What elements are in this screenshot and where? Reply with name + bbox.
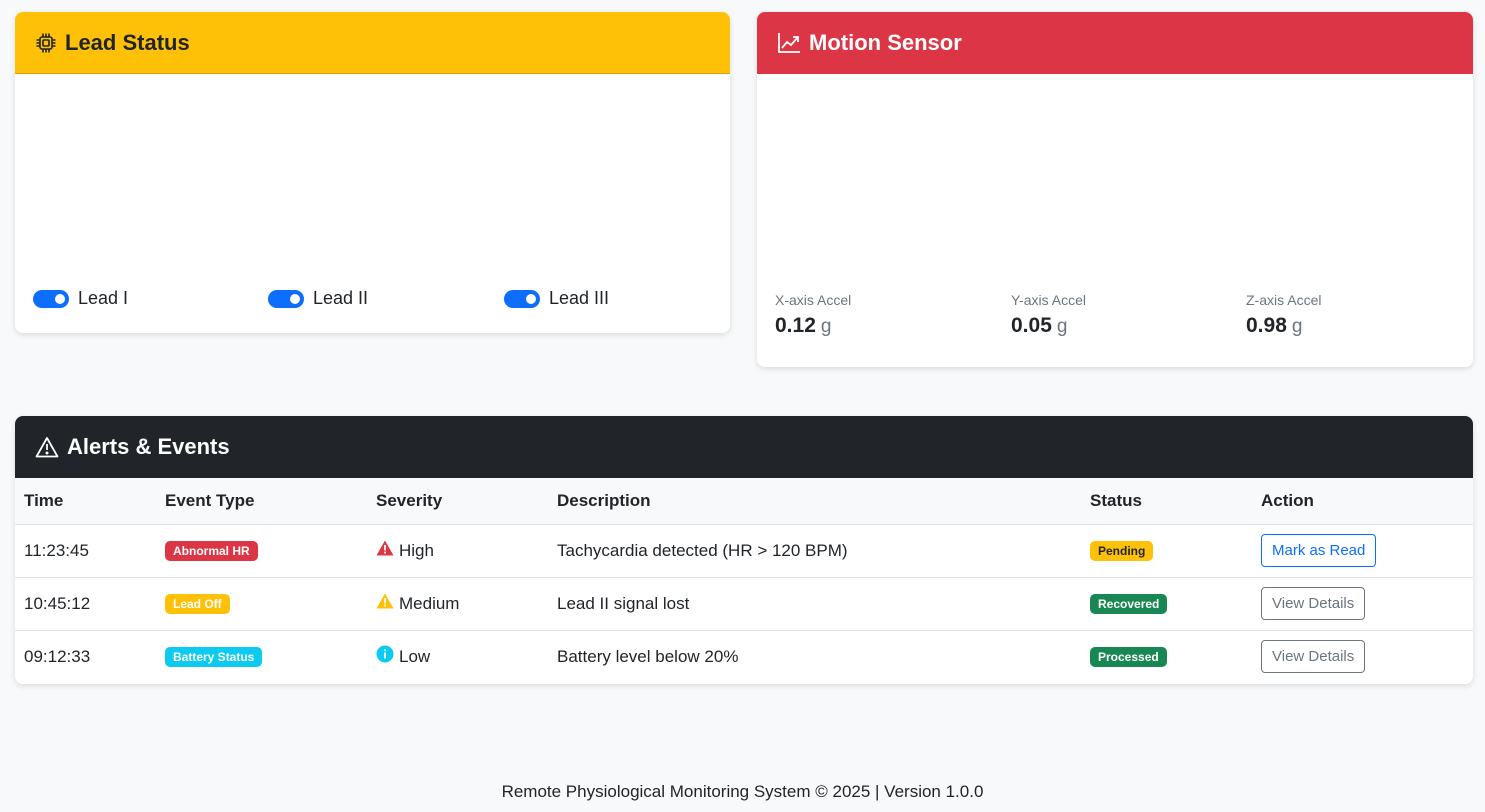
cpu-icon <box>35 32 57 54</box>
lead-iii-switch[interactable]: Lead III <box>504 288 609 309</box>
severity-label: Medium <box>399 593 460 613</box>
x-axis-value: 0.12 <box>775 314 816 337</box>
column-header: Event Type <box>156 478 367 525</box>
severity-cell: High <box>367 524 548 578</box>
status-badge: Pending <box>1090 541 1154 561</box>
alerts-title: Alerts & Events <box>67 434 230 459</box>
status-badge: Processed <box>1090 647 1167 668</box>
column-header: Description <box>548 478 1081 525</box>
event-badge: Battery Status <box>165 647 263 668</box>
lead-i-switch[interactable]: Lead I <box>33 288 128 309</box>
time-cell: 11:23:45 <box>15 524 156 578</box>
description-cell: Tachycardia detected (HR > 120 BPM) <box>548 524 1081 578</box>
y-axis-value: 0.05 <box>1011 314 1052 337</box>
column-header: Status <box>1081 478 1252 525</box>
y-axis-reading: Y-axis Accel 0.05 g <box>1011 292 1086 338</box>
y-axis-unit: g <box>1056 316 1068 337</box>
column-header: Time <box>15 478 156 525</box>
time-cell: 09:12:33 <box>24 646 91 666</box>
lead-label: Lead II <box>313 288 369 308</box>
alerts-card: Alerts & Events Time Event Type Severity… <box>15 416 1473 684</box>
lead-status-header: Lead Status <box>15 12 730 74</box>
action-cell: View Details <box>1252 630 1473 683</box>
description-cell: Battery level below 20% <box>557 646 739 666</box>
column-header: Severity <box>367 478 548 525</box>
event-type-cell: Abnormal HR <box>156 524 367 578</box>
action-cell: Mark as Read <box>1252 524 1473 578</box>
severity-label: Low <box>399 646 431 666</box>
description-cell: Lead II signal lost <box>548 577 1081 631</box>
x-axis-unit: g <box>820 316 832 337</box>
medium-severity-icon <box>376 593 399 614</box>
severity-label: High <box>399 540 434 560</box>
status-cell: Processed <box>1081 630 1252 683</box>
lead-status-card: Lead Status Lead I Lead II Lead III <box>15 12 730 333</box>
z-axis-unit: g <box>1291 316 1303 337</box>
toggle-switch[interactable] <box>33 289 69 308</box>
severity-cell: Medium <box>367 577 548 631</box>
action-cell: View Details <box>1252 577 1473 631</box>
motion-sensor-title: Motion Sensor <box>809 30 962 55</box>
table-header-row: Time Event Type Severity Description Sta… <box>15 478 1473 525</box>
motion-sensor-header: Motion Sensor <box>757 12 1473 74</box>
event-type-cell: Battery Status <box>156 630 367 683</box>
lead-label: Lead I <box>78 288 129 308</box>
event-type-cell: Lead Off <box>156 577 367 631</box>
status-badge: Recovered <box>1090 594 1168 614</box>
y-axis-label: Y-axis Accel <box>1011 292 1086 308</box>
footer-text: Remote Physiological Monitoring System ©… <box>501 782 984 801</box>
toggle-switch[interactable] <box>504 289 540 308</box>
alerts-table: Time Event Type Severity Description Sta… <box>15 478 1473 683</box>
lead-status-title: Lead Status <box>65 29 190 55</box>
lead-ii-switch[interactable]: Lead II <box>268 288 368 309</box>
z-axis-value: 0.98 <box>1246 314 1287 337</box>
table-row: 09:12:33 Battery Status Low Battery leve… <box>15 630 1473 683</box>
lead-toggles: Lead I Lead II Lead III <box>33 288 713 312</box>
severity-cell: Low <box>367 630 548 683</box>
info-icon <box>376 645 399 668</box>
time-cell: 10:45:12 <box>15 577 156 631</box>
mark-as-read-button[interactable]: Mark as Read <box>1261 534 1377 567</box>
event-badge: Lead Off <box>165 594 230 614</box>
view-details-button[interactable]: View Details <box>1261 640 1366 674</box>
motion-sensor-card: Motion Sensor X-axis Accel 0.12 g Y-axis … <box>757 12 1473 367</box>
lead-label: Lead III <box>549 288 610 308</box>
view-details-button[interactable]: View Details <box>1261 587 1366 620</box>
table-row: 11:23:45 Abnormal HR High Tachycardia de… <box>15 524 1473 578</box>
event-badge: Abnormal HR <box>165 541 258 561</box>
high-severity-icon <box>376 540 399 561</box>
warning-icon <box>35 436 59 458</box>
alerts-header: Alerts & Events <box>15 416 1473 478</box>
status-cell: Pending <box>1081 524 1252 578</box>
toggle-switch[interactable] <box>268 289 304 308</box>
column-header: Action <box>1252 478 1473 525</box>
x-axis-label: X-axis Accel <box>775 292 852 308</box>
status-cell: Recovered <box>1081 577 1252 631</box>
table-row: 10:45:12 Lead Off Medium Lead II signal … <box>15 577 1473 631</box>
x-axis-reading: X-axis Accel 0.12 g <box>775 292 851 338</box>
graph-up-icon <box>777 32 801 54</box>
z-axis-label: Z-axis Accel <box>1246 292 1322 308</box>
z-axis-reading: Z-axis Accel 0.98 g <box>1246 292 1321 338</box>
